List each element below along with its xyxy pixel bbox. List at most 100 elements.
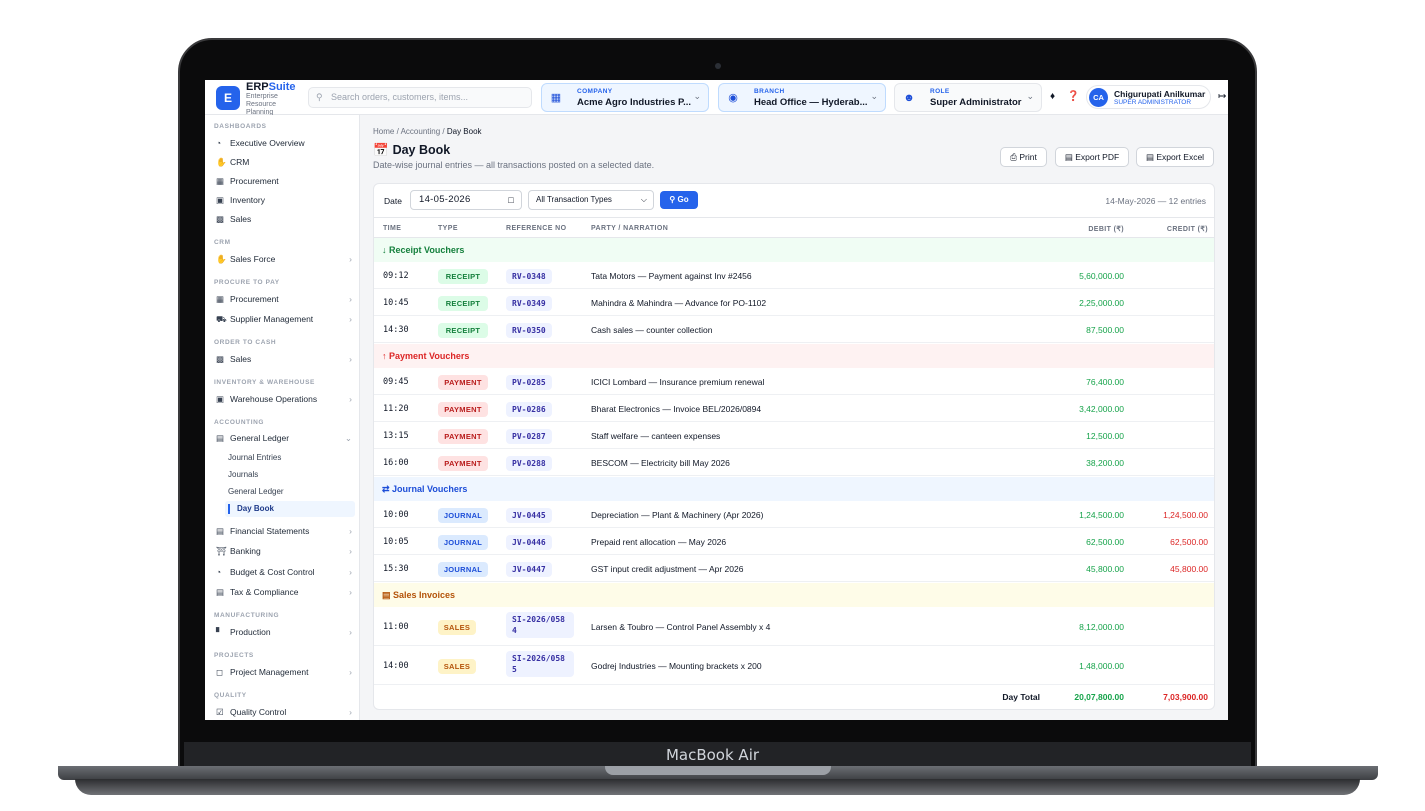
print-button[interactable]: ⎙ Print (1000, 147, 1047, 167)
calendar-icon[interactable]: □ (508, 191, 514, 209)
sidebar-item-sales-force[interactable]: ✋ Sales Force › (216, 251, 352, 267)
sidebar-item-financial-statements[interactable]: ▤ Financial Statements › (216, 523, 352, 539)
clipboard-check-icon: ☑ (216, 707, 224, 717)
export-excel-button[interactable]: ▤ Export Excel (1136, 147, 1214, 167)
cell-debit: 45,800.00 (1086, 564, 1124, 574)
table-row[interactable]: 10:00 JOURNAL JV-0445 Depreciation — Plant … (374, 501, 1214, 528)
user-menu[interactable]: CA Chigurupati Anilkumar SUPER ADMINISTR… (1086, 85, 1211, 109)
sidebar-item-crm[interactable]: ✋ CRM (216, 154, 352, 170)
breadcrumb-home[interactable]: Home (373, 127, 394, 136)
cell-debit: 2,25,000.00 (1079, 298, 1124, 308)
cell-debit: 5,60,000.00 (1079, 271, 1124, 281)
gauge-icon: ◔ (216, 138, 222, 148)
table-row[interactable]: 09:45 PAYMENT PV-0285 ICICI Lombard — Insur… (374, 368, 1214, 395)
company-label: COMPANY (577, 88, 613, 95)
group-title: Receipt Vouchers (389, 245, 465, 255)
cell-debit: 38,200.00 (1086, 458, 1124, 468)
laptop-notch (605, 766, 831, 775)
sidebar-item-procurement[interactable]: ▦ Procurement (216, 173, 352, 189)
cell-party: Tata Motors — Payment against Inv #2456 (591, 271, 752, 281)
exchange-icon: ⇄ (382, 484, 393, 494)
transaction-type-select[interactable]: All Transaction Types ⌵ (528, 190, 654, 210)
reference-link[interactable]: JV-0447 (506, 562, 552, 577)
table-row[interactable]: 15:30 JOURNAL JV-0447 GST input credit adju… (374, 555, 1214, 582)
table-row[interactable]: 14:00 SALES SI-2026/0585 Godrej Industries … (374, 646, 1214, 685)
reference-link[interactable]: PV-0288 (506, 456, 552, 471)
table-row[interactable]: 11:20 PAYMENT PV-0286 Bharat Electronics — … (374, 395, 1214, 422)
go-button[interactable]: ⚲ Go (660, 191, 698, 209)
reference-link[interactable]: RV-0350 (506, 323, 552, 338)
reference-link[interactable]: JV-0446 (506, 535, 552, 550)
chevron-right-icon: › (349, 394, 352, 404)
sidebar-item-project-management[interactable]: ◻ Project Management › (216, 664, 352, 680)
reference-link[interactable]: RV-0348 (506, 269, 552, 284)
sidebar-item-warehouse-operations[interactable]: ▣ Warehouse Operations › (216, 391, 352, 407)
column-header-debit: DEBIT (₹) (1088, 226, 1124, 233)
sidebar-item-budget-cost-control[interactable]: ◔ Budget & Cost Control › (216, 564, 352, 580)
avatar: CA (1089, 88, 1108, 107)
date-input[interactable]: 14-05-2026 □ (410, 190, 522, 210)
sidebar-item-label: Sales Force (230, 254, 276, 264)
sidebar-item-sales-o2c[interactable]: ▩ Sales › (216, 351, 352, 367)
sidebar-item-inventory[interactable]: ▣ Inventory (216, 192, 352, 208)
table-row[interactable]: 14:30 RECEIPT RV-0350 Cash sales — counter … (374, 316, 1214, 343)
sidebar-item-quality-control[interactable]: ☑ Quality Control › (216, 704, 352, 720)
role-selector[interactable]: ☻ ROLE Super Administrator ⌄ (894, 83, 1042, 112)
reference-link[interactable]: RV-0349 (506, 296, 552, 311)
sidebar-item-tax-compliance[interactable]: ▤ Tax & Compliance › (216, 584, 352, 600)
sidebar-item-general-ledger[interactable]: ▤ General Ledger ⌄ (216, 430, 352, 446)
table-row[interactable]: 13:15 PAYMENT PV-0287 Staff welfare — cante… (374, 422, 1214, 449)
top-bar: E ERPSuite Enterprise Resource Planning … (205, 80, 1228, 116)
reference-link[interactable]: SI-2026/0584 (506, 612, 574, 638)
cell-time: 15:30 (383, 564, 409, 574)
group-header: ⇄ Journal Vouchers (374, 477, 1214, 501)
app-subtitle: Enterprise Resource Planning (246, 93, 278, 116)
sidebar-subitem-day-book[interactable]: Day Book (225, 501, 355, 517)
search-input[interactable]: ⚲ Search orders, customers, items... (308, 87, 532, 108)
day-total-debit: 20,07,800.00 (1074, 692, 1124, 702)
breadcrumb-accounting[interactable]: Accounting (401, 127, 441, 136)
sidebar-item-supplier-management[interactable]: ⛟ Supplier Management › (216, 311, 352, 327)
cell-party: Mahindra & Mahindra — Advance for PO-110… (591, 298, 767, 308)
table-row[interactable]: 10:05 JOURNAL JV-0446 Prepaid rent allocati… (374, 528, 1214, 555)
table-row[interactable]: 09:12 RECEIPT RV-0348 Tata Motors — Payment… (374, 262, 1214, 289)
sidebar-section-title: QUALITY (214, 692, 247, 699)
reference-link[interactable]: PV-0285 (506, 375, 552, 390)
sidebar-item-executive-overview[interactable]: ◔ Executive Overview (216, 135, 352, 151)
company-selector[interactable]: ▦ COMPANY Acme Agro Industries P... ⌄ (541, 83, 709, 112)
reference-link[interactable]: JV-0445 (506, 508, 552, 523)
sidebar-item-label: Sales (230, 354, 252, 364)
sidebar-item-label: CRM (230, 157, 250, 167)
logout-icon[interactable]: ↦ (1218, 91, 1226, 102)
table-row[interactable]: 11:00 SALES SI-2026/0584 Larsen & Toubro — … (374, 607, 1214, 646)
sidebar-item-label: Inventory (230, 195, 265, 205)
sidebar-item-banking[interactable]: ⛩ Banking › (216, 543, 352, 559)
type-badge: JOURNAL (438, 562, 488, 577)
handshake-icon: ✋ (216, 157, 227, 167)
sidebar-subitem-journals[interactable]: Journals (228, 470, 258, 479)
sidebar-section-title: ORDER TO CASH (214, 339, 277, 346)
sidebar-subitem-journal-entries[interactable]: Journal Entries (228, 453, 281, 462)
help-icon[interactable]: ❓ (1067, 91, 1079, 102)
export-pdf-button[interactable]: ▤ Export PDF (1055, 147, 1129, 167)
branch-selector[interactable]: ◉ BRANCH Head Office — Hyderab... ⌄ (718, 83, 886, 112)
transaction-type-value: All Transaction Types (536, 195, 612, 204)
reference-link[interactable]: PV-0286 (506, 402, 552, 417)
reference-link[interactable]: SI-2026/0585 (506, 651, 574, 677)
cell-time: 11:00 (383, 622, 409, 632)
app-logo[interactable]: E (216, 86, 240, 110)
camera-dot (715, 63, 721, 69)
sidebar-item-production[interactable]: ▘ Production › (216, 624, 352, 640)
export-excel-label: Export Excel (1156, 152, 1205, 162)
sidebar-item-procurement-p2p[interactable]: ▦ Procurement › (216, 291, 352, 307)
go-label: Go (677, 195, 689, 204)
type-badge: PAYMENT (438, 375, 488, 390)
table-row[interactable]: 10:45 RECEIPT RV-0349 Mahindra & Mahindra —… (374, 289, 1214, 316)
sidebar-subitem-general-ledger[interactable]: General Ledger (228, 487, 284, 496)
reference-link[interactable]: PV-0287 (506, 429, 552, 444)
sidebar-item-sales[interactable]: ▩ Sales (216, 211, 352, 227)
chevron-right-icon: › (349, 294, 352, 304)
bell-icon[interactable]: ♦ (1050, 91, 1055, 102)
cash-register-icon: ▩ (216, 354, 225, 364)
table-row[interactable]: 16:00 PAYMENT PV-0288 BESCOM — Electricity … (374, 449, 1214, 476)
